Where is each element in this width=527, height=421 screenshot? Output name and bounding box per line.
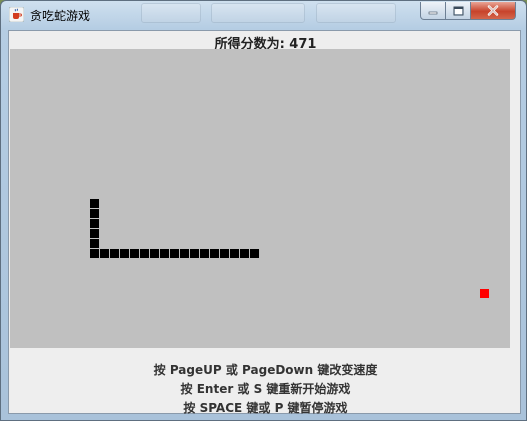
snake-segment — [90, 229, 99, 238]
snake-segment — [140, 249, 149, 258]
snake-segment — [190, 249, 199, 258]
game-board[interactable] — [10, 49, 510, 348]
game-window: 贪吃蛇游戏 所得分数为: 471 按 PageUP 或 PageDown 键改变… — [0, 0, 527, 421]
food-pellet — [480, 289, 489, 298]
snake-segment — [170, 249, 179, 258]
minimize-button[interactable] — [420, 2, 446, 20]
snake-segment — [90, 219, 99, 228]
snake-segment — [210, 249, 219, 258]
snake-segment — [150, 249, 159, 258]
snake-segment — [200, 249, 209, 258]
game-panel: 所得分数为: 471 按 PageUP 或 PageDown 键改变速度 按 E… — [8, 30, 521, 415]
background-taskbar-ghost — [141, 3, 401, 23]
snake-segment — [130, 249, 139, 258]
speed-instruction: 按 PageUP 或 PageDown 键改变速度 — [153, 363, 378, 377]
snake-segment — [120, 249, 129, 258]
java-coffee-cup-icon — [9, 7, 24, 22]
minimize-icon — [428, 11, 438, 14]
close-button[interactable] — [471, 2, 516, 20]
maximize-icon — [453, 6, 463, 15]
snake-segment — [230, 249, 239, 258]
title-bar[interactable]: 贪吃蛇游戏 — [1, 1, 526, 29]
snake-head — [90, 199, 99, 208]
close-icon — [487, 5, 499, 16]
snake-segment — [220, 249, 229, 258]
pause-instruction: 按 SPACE 键或 P 键暂停游戏 — [183, 401, 348, 415]
restart-instruction: 按 Enter 或 S 键重新开始游戏 — [180, 382, 351, 396]
window-title: 贪吃蛇游戏 — [30, 9, 91, 23]
snake-segment — [160, 249, 169, 258]
snake-segment — [250, 249, 259, 258]
snake-segment — [240, 249, 249, 258]
snake-segment — [100, 249, 109, 258]
snake-segment — [180, 249, 189, 258]
maximize-button[interactable] — [446, 2, 471, 20]
snake-segment — [90, 249, 99, 258]
snake-segment — [90, 209, 99, 218]
snake-segment — [90, 239, 99, 248]
snake-segment — [110, 249, 119, 258]
